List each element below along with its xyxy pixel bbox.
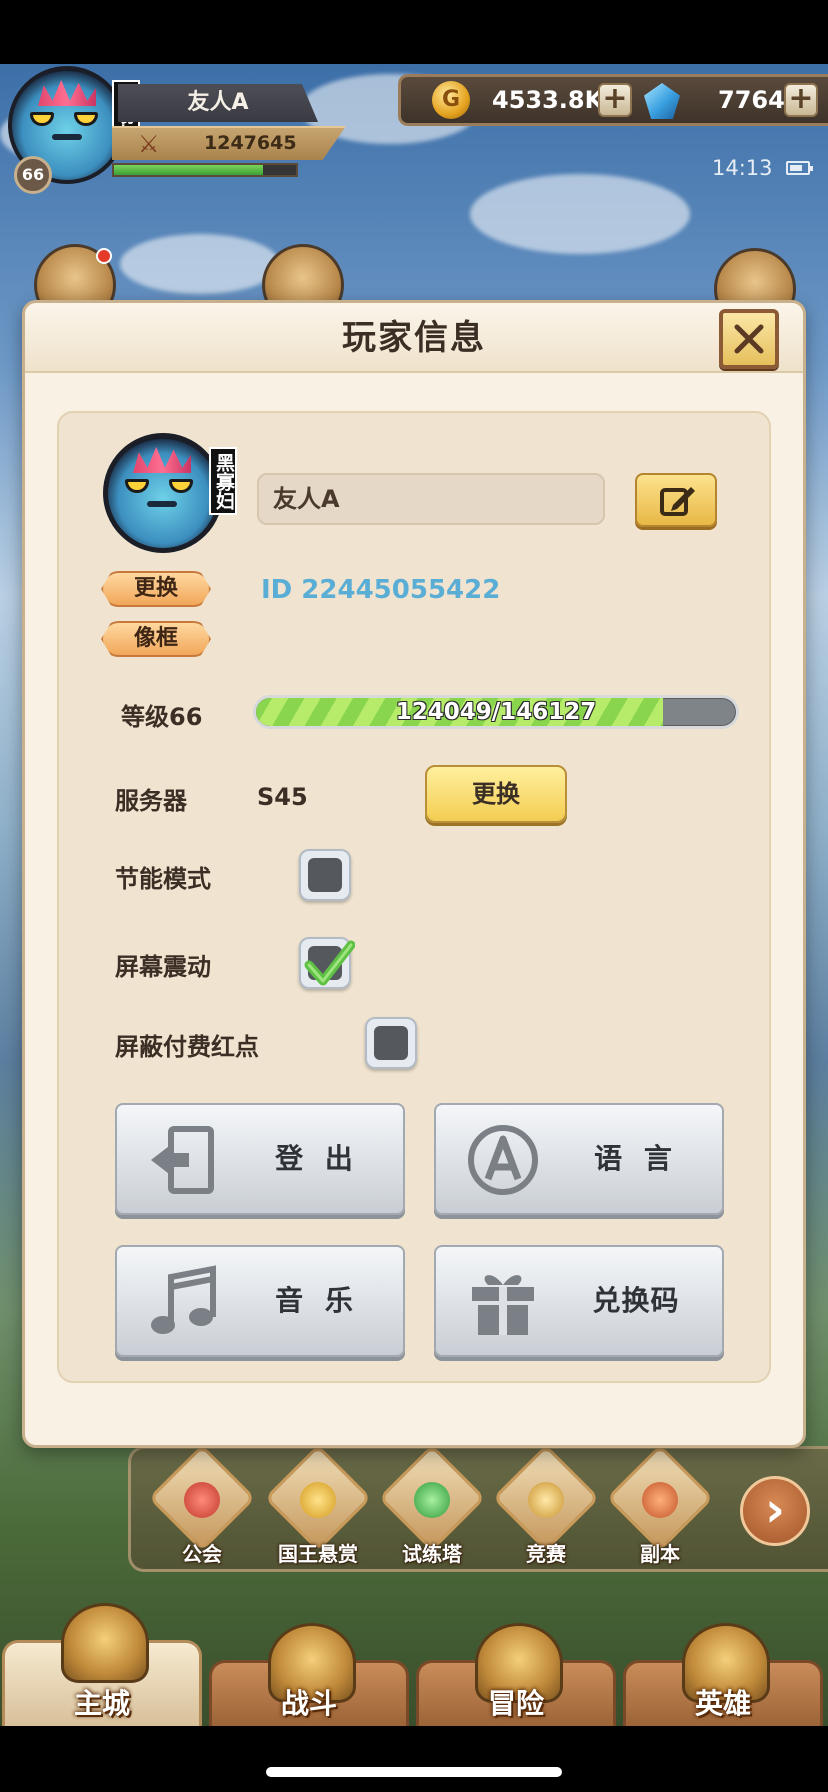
feature-contest[interactable]: 竞赛 [492, 1444, 600, 1572]
tab-adventure[interactable]: 冒险 [416, 1623, 616, 1726]
redeem-code-button[interactable]: 兑换码 [434, 1245, 724, 1357]
server-label: 服务器 [115, 787, 187, 815]
crossed-swords-icon: ⚔ [138, 130, 160, 158]
clock: 14:13 [712, 156, 773, 180]
change-avatar-button[interactable]: 更换 [101, 571, 211, 607]
hud-level-badge: 66 [14, 156, 52, 194]
tab-label: 冒险 [487, 1687, 544, 1720]
logout-icon [151, 1126, 214, 1194]
feature-dungeon[interactable]: 副本 [606, 1444, 714, 1572]
hud-exp-bar-fill [114, 165, 264, 175]
server-value: S45 [257, 783, 308, 811]
music-button[interactable]: 音 乐 [115, 1245, 405, 1357]
player-name-field[interactable]: 友人A [257, 473, 605, 525]
screen-shake-checkbox[interactable] [299, 937, 355, 989]
change-server-button[interactable]: 更换 [425, 765, 567, 823]
feature-guild[interactable]: 公会 [148, 1444, 256, 1572]
hud-power-value: 1247645 [204, 132, 297, 154]
edit-name-button[interactable] [635, 473, 717, 527]
redeem-code-label: 兑换码 [592, 1284, 680, 1317]
gift-icon [472, 1275, 534, 1335]
close-x-icon [734, 324, 764, 354]
feature-label: 公会 [182, 1542, 222, 1566]
language-button[interactable]: 语 言 [434, 1103, 724, 1215]
music-label: 音 乐 [275, 1284, 359, 1317]
tab-battle[interactable]: 战斗 [209, 1623, 409, 1726]
avatar-face [30, 106, 104, 144]
feature-label: 副本 [640, 1542, 680, 1566]
edit-pencil-icon [660, 487, 695, 516]
power-saving-checkbox[interactable] [299, 849, 351, 901]
player-info-panel [57, 411, 771, 1383]
hide-paid-dot-checkbox[interactable] [365, 1017, 417, 1069]
hud-power-plate: ⚔ 1247645 [112, 126, 346, 160]
feature-label: 试练塔 [402, 1542, 462, 1566]
logout-label: 登 出 [275, 1142, 359, 1175]
tab-label: 战斗 [280, 1687, 337, 1720]
cauldron-icon [642, 1482, 678, 1518]
feature-label: 国王悬赏 [278, 1542, 358, 1566]
language-label: 语 言 [594, 1142, 678, 1175]
language-a-icon [468, 1125, 538, 1195]
tab-label: 主城 [73, 1687, 130, 1720]
gold-amount: 4533.8K [492, 86, 604, 114]
avatar-face [125, 473, 199, 511]
close-button[interactable] [719, 309, 779, 369]
feature-king-bounty[interactable]: 国王悬赏 [264, 1444, 372, 1572]
screen-shake-label: 屏幕震动 [115, 953, 211, 981]
gold-coin-icon: G [432, 81, 470, 119]
add-gold-button[interactable]: + [598, 83, 632, 117]
feature-trial-tower[interactable]: 试练塔 [378, 1444, 486, 1572]
home-indicator[interactable] [266, 1767, 562, 1777]
hud-player-name: 友人A [118, 84, 318, 122]
player-avatar[interactable]: 黑寡妇 [103, 433, 237, 553]
tab-main-city[interactable]: 主城 [2, 1603, 202, 1726]
player-id: ID 22445055422 [261, 575, 501, 605]
avatar-frame-button[interactable]: 像框 [101, 621, 211, 657]
castle-icon [61, 1603, 149, 1683]
next-arrow-button[interactable]: › [740, 1476, 810, 1546]
hud-exp-bar [112, 163, 298, 177]
power-saving-label: 节能模式 [115, 865, 211, 893]
tab-label: 英雄 [694, 1687, 751, 1720]
music-note-icon [151, 1265, 216, 1334]
logout-button[interactable]: 登 出 [115, 1103, 405, 1215]
tab-heroes[interactable]: 英雄 [623, 1623, 823, 1726]
gem-amount: 7764 [718, 86, 785, 114]
crossed-swords-icon [528, 1482, 564, 1518]
avatar-badge-tag: 黑寡妇 [209, 447, 237, 515]
add-gems-button[interactable]: + [784, 83, 818, 117]
shield-icon [184, 1482, 220, 1518]
crown-icon [300, 1482, 336, 1518]
level-label: 等级66 [121, 703, 203, 731]
dialog-header: 玩家信息 [25, 303, 803, 373]
checkmark-icon [304, 940, 355, 986]
feature-label: 竞赛 [526, 1542, 566, 1566]
hide-paid-dot-label: 屏蔽付费红点 [115, 1033, 259, 1061]
notification-dot [96, 248, 112, 264]
dialog-title: 玩家信息 [342, 318, 486, 358]
level-exp-text: 124049/146127 [395, 699, 597, 725]
bottom-nav: 主城 战斗 冒险 英雄 [0, 1603, 828, 1726]
player-info-dialog: 玩家信息 黑寡妇 友人A 更换 像框 ID 22445055422 等级66 1… [22, 300, 806, 1448]
level-exp-bar: 124049/146127 [253, 695, 739, 729]
battery-icon [786, 161, 813, 175]
tower-gem-icon [414, 1482, 450, 1518]
